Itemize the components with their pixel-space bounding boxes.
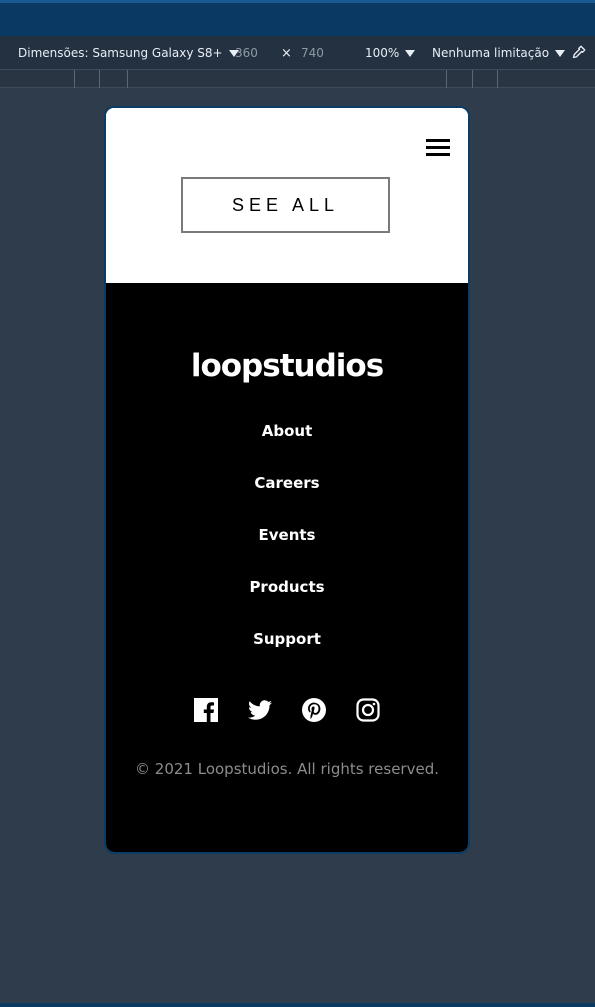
- pinterest-icon[interactable]: [302, 698, 326, 722]
- ruler-tick: [99, 70, 100, 88]
- social-links: [106, 698, 468, 722]
- nav-link-about[interactable]: About: [106, 421, 468, 473]
- zoom-selector[interactable]: 100%: [365, 46, 416, 60]
- eyedropper-icon[interactable]: [569, 44, 587, 62]
- ruler-tick: [446, 70, 447, 88]
- dimension-separator: ×: [281, 46, 292, 61]
- viewport-width-input[interactable]: 360: [235, 46, 258, 60]
- ruler-tick: [74, 70, 75, 88]
- ruler-tick: [472, 70, 473, 88]
- ruler-tick: [127, 70, 128, 88]
- device-selector[interactable]: Dimensões: Samsung Galaxy S8+: [18, 46, 239, 60]
- hamburger-menu-icon[interactable]: [426, 139, 450, 157]
- brand-logo[interactable]: loopstudios: [106, 348, 468, 384]
- device-selector-label: Dimensões: Samsung Galaxy S8+: [18, 46, 223, 60]
- ruler-tick: [497, 70, 498, 88]
- chevron-down-icon: [405, 49, 416, 57]
- responsive-toolbar: Dimensões: Samsung Galaxy S8+ 360 × 740 …: [0, 36, 595, 70]
- viewport-height-input[interactable]: 740: [301, 46, 324, 60]
- chevron-down-icon: [555, 49, 566, 57]
- facebook-icon[interactable]: [194, 698, 218, 722]
- devtools-window-header: [0, 0, 595, 36]
- mobile-viewport: SEE ALL loopstudios About Careers Events…: [106, 108, 468, 852]
- instagram-icon[interactable]: [356, 698, 380, 722]
- copyright-text: © 2021 Loopstudios. All rights reserved.: [135, 760, 439, 778]
- site-footer: loopstudios About Careers Events Product…: [106, 283, 468, 852]
- throttling-selector[interactable]: Nenhuma limitação: [432, 46, 566, 60]
- throttling-label: Nenhuma limitação: [432, 46, 550, 60]
- viewport-ruler: [0, 70, 595, 88]
- nav-link-careers[interactable]: Careers: [106, 473, 468, 525]
- page-top-section: SEE ALL: [106, 108, 468, 283]
- footer-nav: About Careers Events Products Support: [106, 421, 468, 681]
- twitter-icon[interactable]: [248, 698, 272, 722]
- nav-link-products[interactable]: Products: [106, 577, 468, 629]
- window-bottom-border: [0, 1003, 595, 1007]
- zoom-label: 100%: [365, 46, 400, 60]
- see-all-button[interactable]: SEE ALL: [181, 177, 390, 233]
- nav-link-events[interactable]: Events: [106, 525, 468, 577]
- nav-link-support[interactable]: Support: [106, 629, 468, 681]
